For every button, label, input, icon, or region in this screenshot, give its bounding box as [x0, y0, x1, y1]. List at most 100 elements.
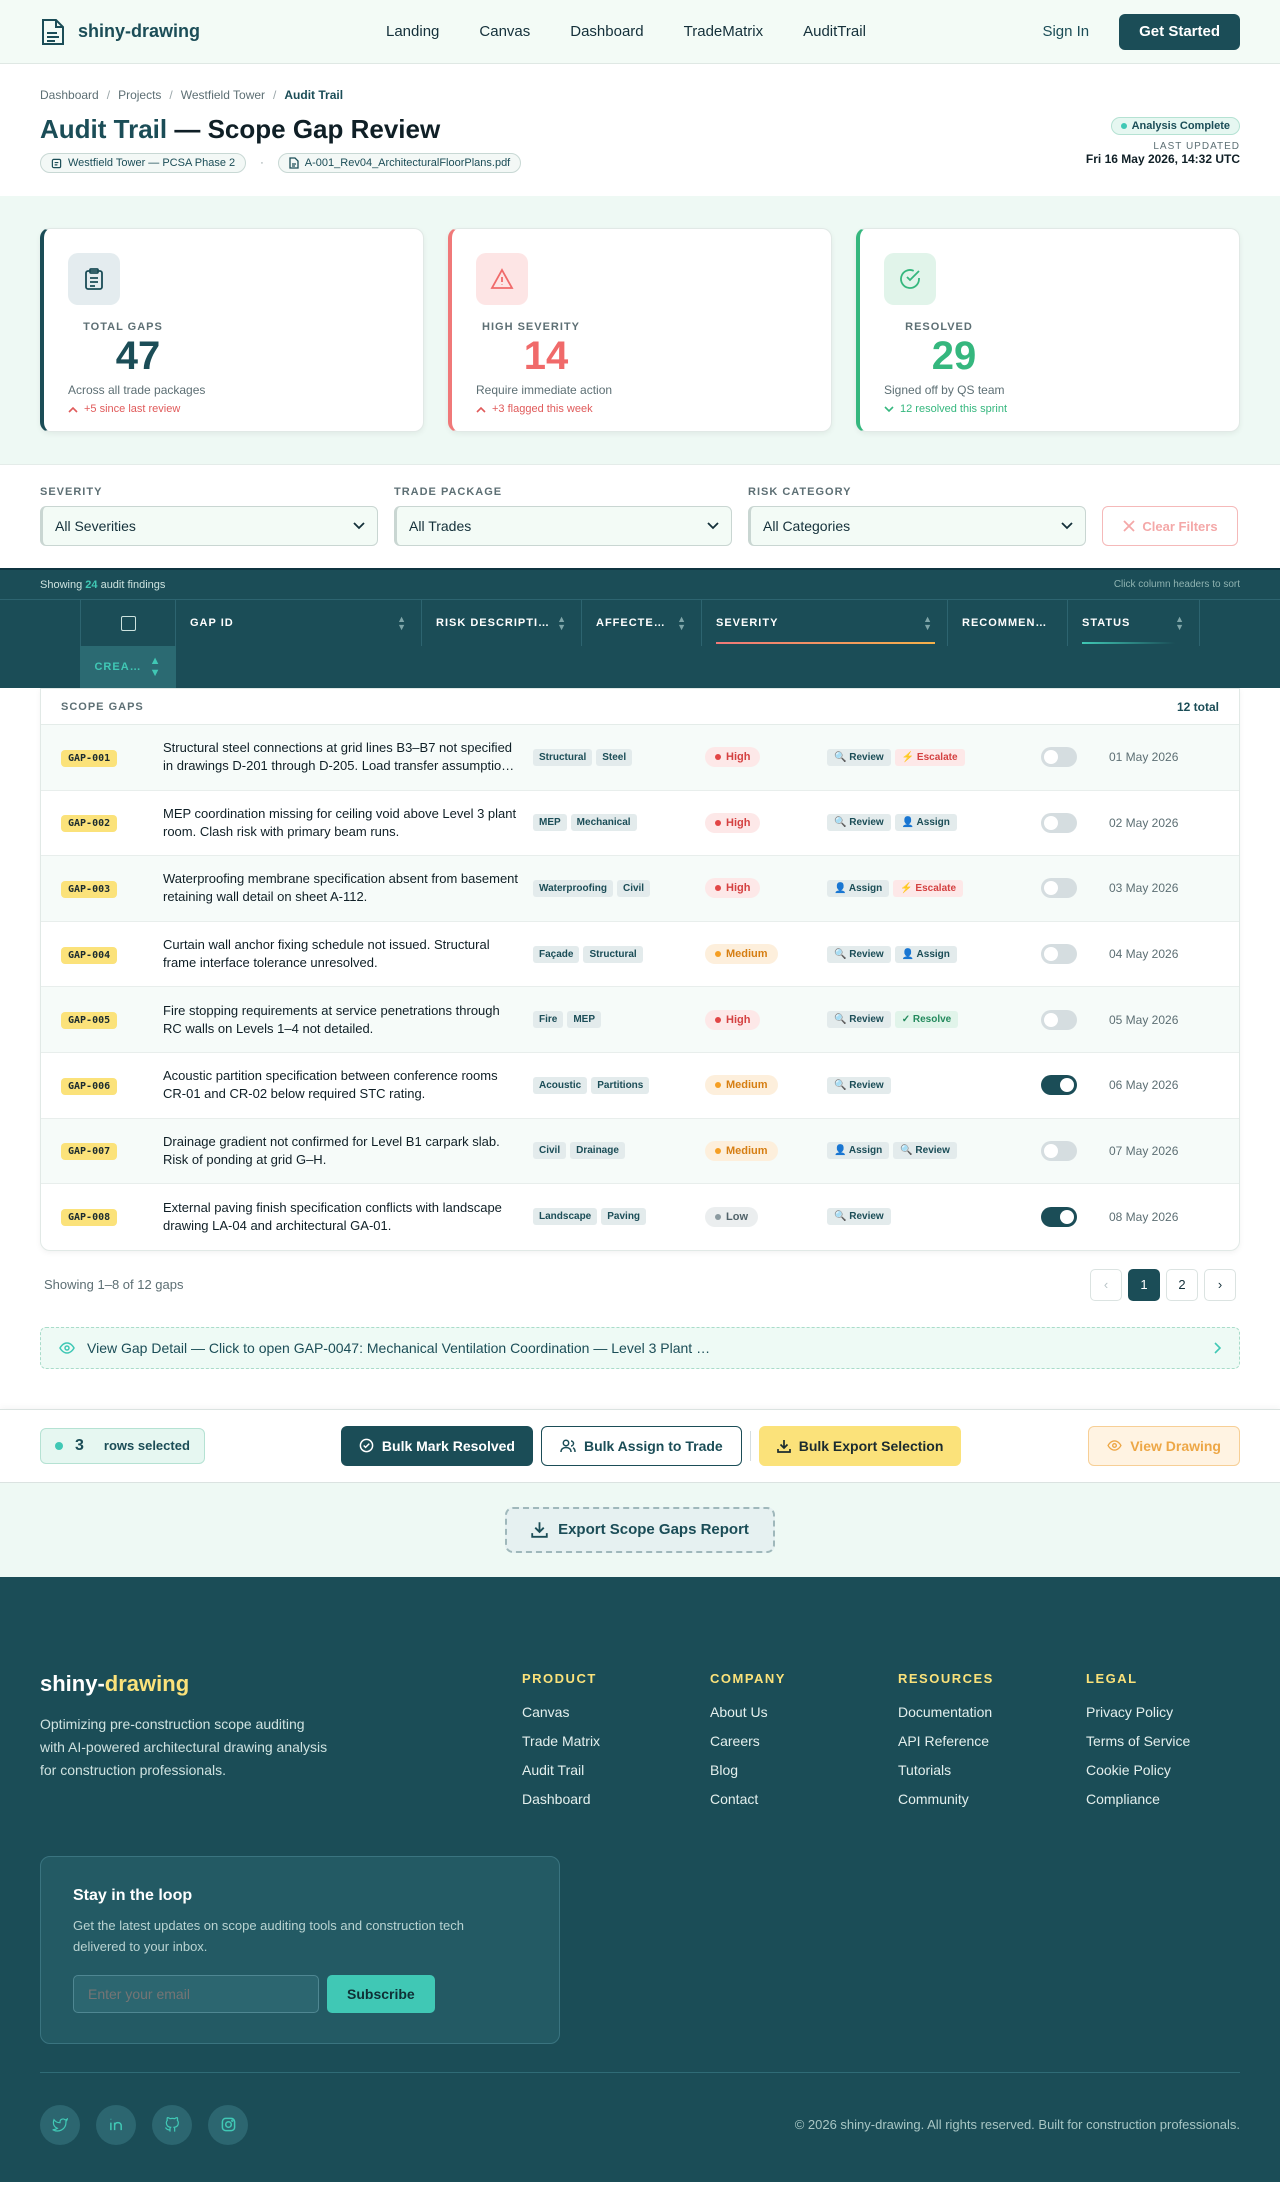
sign-in-link[interactable]: Sign In	[1042, 23, 1089, 40]
status-toggle[interactable]	[1041, 747, 1077, 768]
nav-link-tradematrix[interactable]: TradeMatrix	[684, 23, 763, 40]
twitter-icon[interactable]	[40, 2104, 80, 2145]
col-header-recommendation[interactable]: RECOMMEN…	[948, 600, 1068, 646]
nav-link-dashboard[interactable]: Dashboard	[570, 23, 643, 40]
recommendation-action[interactable]: 🔍 Review	[827, 1011, 891, 1029]
linkedin-icon[interactable]	[96, 2104, 136, 2145]
export-zone: Export Scope Gaps Report	[0, 1482, 1280, 1577]
footer-link[interactable]: Compliance	[1086, 1791, 1236, 1807]
page-2-button[interactable]: 2	[1166, 1268, 1198, 1301]
view-drawing-button[interactable]: View Drawing	[1088, 1425, 1240, 1466]
col-header-affected[interactable]: AFFECTE… ▲ ▼	[582, 600, 702, 646]
recommendation-action[interactable]: 👤 Assign	[894, 814, 957, 832]
trade-select[interactable]: All Trades	[394, 506, 732, 546]
brand-logo[interactable]: shiny-drawing	[40, 18, 200, 46]
footer-link[interactable]: Contact	[710, 1791, 898, 1807]
gap-id-badge[interactable]: GAP-007	[61, 1143, 118, 1161]
status-toggle[interactable]	[1041, 1140, 1077, 1161]
bulk-assign-button[interactable]: Bulk Assign to Trade	[540, 1425, 742, 1466]
recommendation-action[interactable]: ✓ Resolve	[894, 1011, 959, 1029]
recommendation-action[interactable]: 👤 Assign	[827, 1142, 890, 1160]
status-toggle[interactable]	[1041, 1009, 1077, 1030]
footer-logo[interactable]: shiny-drawing	[40, 1671, 522, 1697]
next-page-button[interactable]: ›	[1204, 1268, 1236, 1301]
status-toggle[interactable]	[1041, 812, 1077, 833]
recommendation-action[interactable]: 🔍 Review	[827, 945, 891, 963]
footer-link[interactable]: API Reference	[898, 1733, 1086, 1749]
subscribe-button[interactable]: Subscribe	[327, 1974, 435, 2013]
recommendation-action[interactable]: ⚡ Escalate	[894, 748, 965, 766]
footer-link[interactable]: Tutorials	[898, 1762, 1086, 1778]
severity-select[interactable]: All Severities	[40, 506, 378, 546]
table-row[interactable]: GAP-008 External paving finish specificat…	[41, 1184, 1239, 1250]
table-row[interactable]: GAP-004 Curtain wall anchor fixing schedu…	[41, 922, 1239, 988]
email-input[interactable]	[73, 1974, 319, 2013]
recommendation-action[interactable]: ⚡ Escalate	[893, 879, 964, 897]
nav-link-audittrail[interactable]: AuditTrail	[803, 23, 866, 40]
nav-link-canvas[interactable]: Canvas	[479, 23, 530, 40]
footer-link[interactable]: Audit Trail	[522, 1762, 710, 1778]
project-chip[interactable]: Westfield Tower — PCSA Phase 2	[40, 153, 247, 173]
github-icon[interactable]	[152, 2104, 192, 2145]
select-all-checkbox[interactable]	[80, 600, 176, 646]
footer-link[interactable]: Privacy Policy	[1086, 1704, 1236, 1720]
footer-link[interactable]: Community	[898, 1791, 1086, 1807]
status-toggle[interactable]	[1041, 1206, 1077, 1227]
status-toggle[interactable]	[1041, 1075, 1077, 1096]
col-header-created[interactable]: CREA… ▲ ▼	[80, 646, 176, 688]
col-header-status[interactable]: STATUS ▲ ▼	[1068, 600, 1200, 646]
footer-link[interactable]: Blog	[710, 1762, 898, 1778]
nav-link-landing[interactable]: Landing	[386, 23, 439, 40]
footer-link[interactable]: Canvas	[522, 1704, 710, 1720]
bulk-mark-resolved-button[interactable]: Bulk Mark Resolved	[340, 1425, 533, 1466]
footer-link[interactable]: Trade Matrix	[522, 1733, 710, 1749]
view-gap-detail-bar[interactable]: View Gap Detail — Click to open GAP-0047…	[40, 1326, 1240, 1369]
gap-id-badge[interactable]: GAP-001	[61, 749, 118, 767]
bulk-export-button[interactable]: Bulk Export Selection	[758, 1425, 962, 1466]
export-report-button[interactable]: Export Scope Gaps Report	[505, 1506, 775, 1553]
instagram-icon[interactable]	[208, 2104, 248, 2145]
table-row[interactable]: GAP-002 MEP coordination missing for ceil…	[41, 791, 1239, 857]
col-header-risk-description[interactable]: RISK DESCRIPTI… ▲ ▼	[422, 600, 582, 646]
file-chip[interactable]: A-001_Rev04_ArchitecturalFloorPlans.pdf	[277, 153, 522, 173]
prev-page-button[interactable]: ‹	[1090, 1268, 1122, 1301]
table-row[interactable]: GAP-005 Fire stopping requirements at ser…	[41, 987, 1239, 1053]
risk-select[interactable]: All Categories	[748, 506, 1086, 546]
recommendation-action[interactable]: 🔍 Review	[827, 748, 891, 766]
get-started-button[interactable]: Get Started	[1119, 13, 1240, 50]
table-row[interactable]: GAP-003 Waterproofing membrane specificat…	[41, 856, 1239, 922]
status-toggle[interactable]	[1041, 878, 1077, 899]
gap-id-badge[interactable]: GAP-005	[61, 1012, 118, 1030]
table-row[interactable]: GAP-007 Drainage gradient not confirmed f…	[41, 1118, 1239, 1185]
clear-filters-button[interactable]: Clear Filters	[1102, 506, 1238, 546]
gap-id-badge[interactable]: GAP-008	[61, 1209, 118, 1227]
breadcrumb-projects[interactable]: Projects	[118, 88, 161, 102]
footer-link[interactable]: Dashboard	[522, 1791, 710, 1807]
footer-link[interactable]: Careers	[710, 1733, 898, 1749]
col-header-gap-id[interactable]: GAP ID ▲ ▼	[176, 600, 422, 646]
footer-link[interactable]: Terms of Service	[1086, 1733, 1236, 1749]
recommendation-action[interactable]: 🔍 Review	[827, 814, 891, 832]
col-header-severity[interactable]: SEVERITY ▲ ▼	[702, 600, 948, 646]
status-toggle[interactable]	[1041, 944, 1077, 965]
recommendation-action[interactable]: 🔍 Review	[827, 1208, 891, 1226]
footer-link[interactable]: About Us	[710, 1704, 898, 1720]
gap-id-badge[interactable]: GAP-006	[61, 1077, 118, 1095]
footer-link[interactable]: Documentation	[898, 1704, 1086, 1720]
page-1-button[interactable]: 1	[1128, 1268, 1160, 1301]
gap-id-badge[interactable]: GAP-004	[61, 946, 118, 964]
recommendation-action[interactable]: 👤 Assign	[894, 945, 957, 963]
gap-id-badge[interactable]: GAP-003	[61, 880, 118, 898]
recommendation-action[interactable]: 🔍 Review	[827, 1076, 891, 1094]
table-row[interactable]: GAP-001 Structural steel connections at g…	[41, 725, 1239, 791]
footer-link[interactable]: Cookie Policy	[1086, 1762, 1236, 1778]
breadcrumb-dashboard[interactable]: Dashboard	[40, 88, 99, 102]
risk-description: External paving finish specification con…	[163, 1199, 502, 1233]
severity-label: Low	[726, 1210, 748, 1223]
footer-brand: shiny-drawing Optimizing pre-constructio…	[40, 1671, 522, 1820]
recommendation-action[interactable]: 🔍 Review	[893, 1142, 957, 1160]
breadcrumb-westfield[interactable]: Westfield Tower	[181, 88, 265, 102]
gap-id-badge[interactable]: GAP-002	[61, 815, 118, 833]
table-row[interactable]: GAP-006 Acoustic partition specification …	[41, 1053, 1239, 1119]
recommendation-action[interactable]: 👤 Assign	[827, 879, 890, 897]
